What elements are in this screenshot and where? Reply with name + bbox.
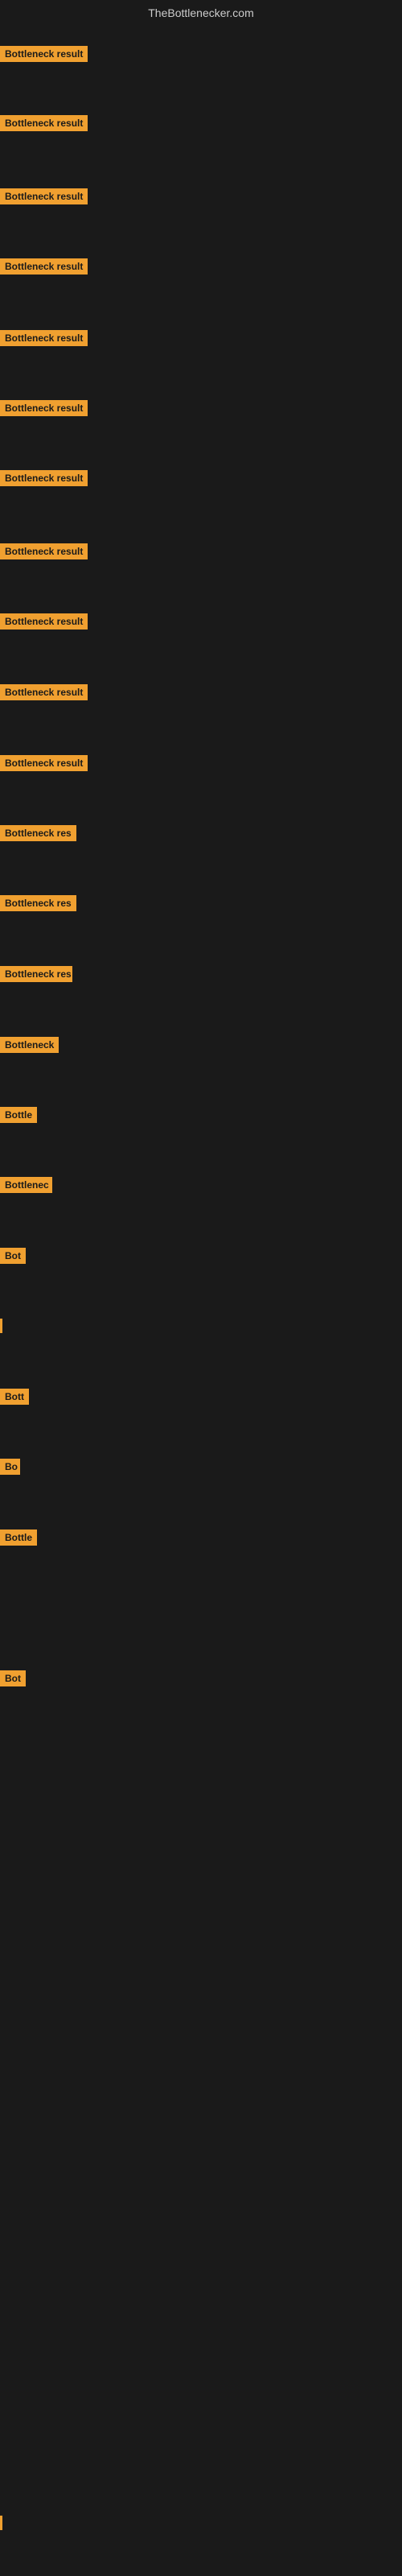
bottleneck-result-badge[interactable]: Bottleneck res	[0, 825, 76, 841]
bottleneck-badge-container: Bottleneck result	[0, 470, 88, 490]
bottleneck-result-badge[interactable]: Bottlenec	[0, 1177, 52, 1193]
bottleneck-badge-container: Bottle	[0, 1530, 37, 1550]
bottleneck-badge-container: Bottleneck result	[0, 258, 88, 279]
bottleneck-result-badge[interactable]: Bottle	[0, 1530, 37, 1546]
cursor-indicator	[0, 1319, 2, 1333]
bottleneck-result-badge[interactable]: Bottleneck result	[0, 188, 88, 204]
bottleneck-result-badge[interactable]: Bottleneck	[0, 1037, 59, 1053]
cursor-indicator	[0, 2516, 2, 2530]
bottleneck-badge-container: Bottleneck	[0, 1037, 59, 1057]
bottleneck-badge-container: Bottleneck result	[0, 543, 88, 564]
bottleneck-result-badge[interactable]: Bot	[0, 1670, 26, 1686]
bottleneck-badge-container: Bottleneck result	[0, 684, 88, 704]
bottleneck-result-badge[interactable]: Bottleneck result	[0, 400, 88, 416]
bottleneck-badge-container: Bot	[0, 1248, 26, 1268]
bottleneck-result-badge[interactable]: Bottleneck result	[0, 258, 88, 275]
bottleneck-result-badge[interactable]: Bottleneck result	[0, 115, 88, 131]
bottleneck-badge-container: Bottleneck res	[0, 966, 72, 986]
bottleneck-badge-container: Bottleneck res	[0, 895, 76, 915]
bottleneck-result-badge[interactable]: Bottle	[0, 1107, 37, 1123]
bottleneck-result-badge[interactable]: Bott	[0, 1389, 29, 1405]
bottleneck-result-badge[interactable]: Bottleneck result	[0, 330, 88, 346]
site-title: TheBottlenecker.com	[0, 0, 402, 26]
bottleneck-badge-container: Bottleneck result	[0, 330, 88, 350]
bottleneck-badge-container: Bott	[0, 1389, 29, 1409]
bottleneck-badge-container: Bottleneck result	[0, 188, 88, 208]
bottleneck-badge-container: Bottle	[0, 1107, 37, 1127]
bottleneck-result-badge[interactable]: Bottleneck result	[0, 46, 88, 62]
bottleneck-result-badge[interactable]: Bottleneck result	[0, 755, 88, 771]
bottleneck-result-badge[interactable]: Bottleneck result	[0, 613, 88, 630]
bottleneck-badge-container: Bottleneck res	[0, 825, 76, 845]
bottleneck-result-badge[interactable]: Bo	[0, 1459, 20, 1475]
bottleneck-badge-container: Bottleneck result	[0, 46, 88, 66]
bottleneck-badge-container: Bottleneck result	[0, 115, 88, 135]
bottleneck-result-badge[interactable]: Bottleneck result	[0, 470, 88, 486]
bottleneck-badge-container: Bottleneck result	[0, 400, 88, 420]
bottleneck-result-badge[interactable]: Bottleneck res	[0, 895, 76, 911]
bottleneck-badge-container: Bottleneck result	[0, 613, 88, 634]
bottleneck-result-badge[interactable]: Bot	[0, 1248, 26, 1264]
bottleneck-result-badge[interactable]: Bottleneck result	[0, 543, 88, 559]
bottleneck-badge-container: Bot	[0, 1670, 26, 1690]
bottleneck-result-badge[interactable]: Bottleneck result	[0, 684, 88, 700]
bottleneck-badge-container: Bottlenec	[0, 1177, 52, 1197]
bottleneck-badge-container: Bo	[0, 1459, 20, 1479]
bottleneck-result-badge[interactable]: Bottleneck res	[0, 966, 72, 982]
bottleneck-badge-container: Bottleneck result	[0, 755, 88, 775]
